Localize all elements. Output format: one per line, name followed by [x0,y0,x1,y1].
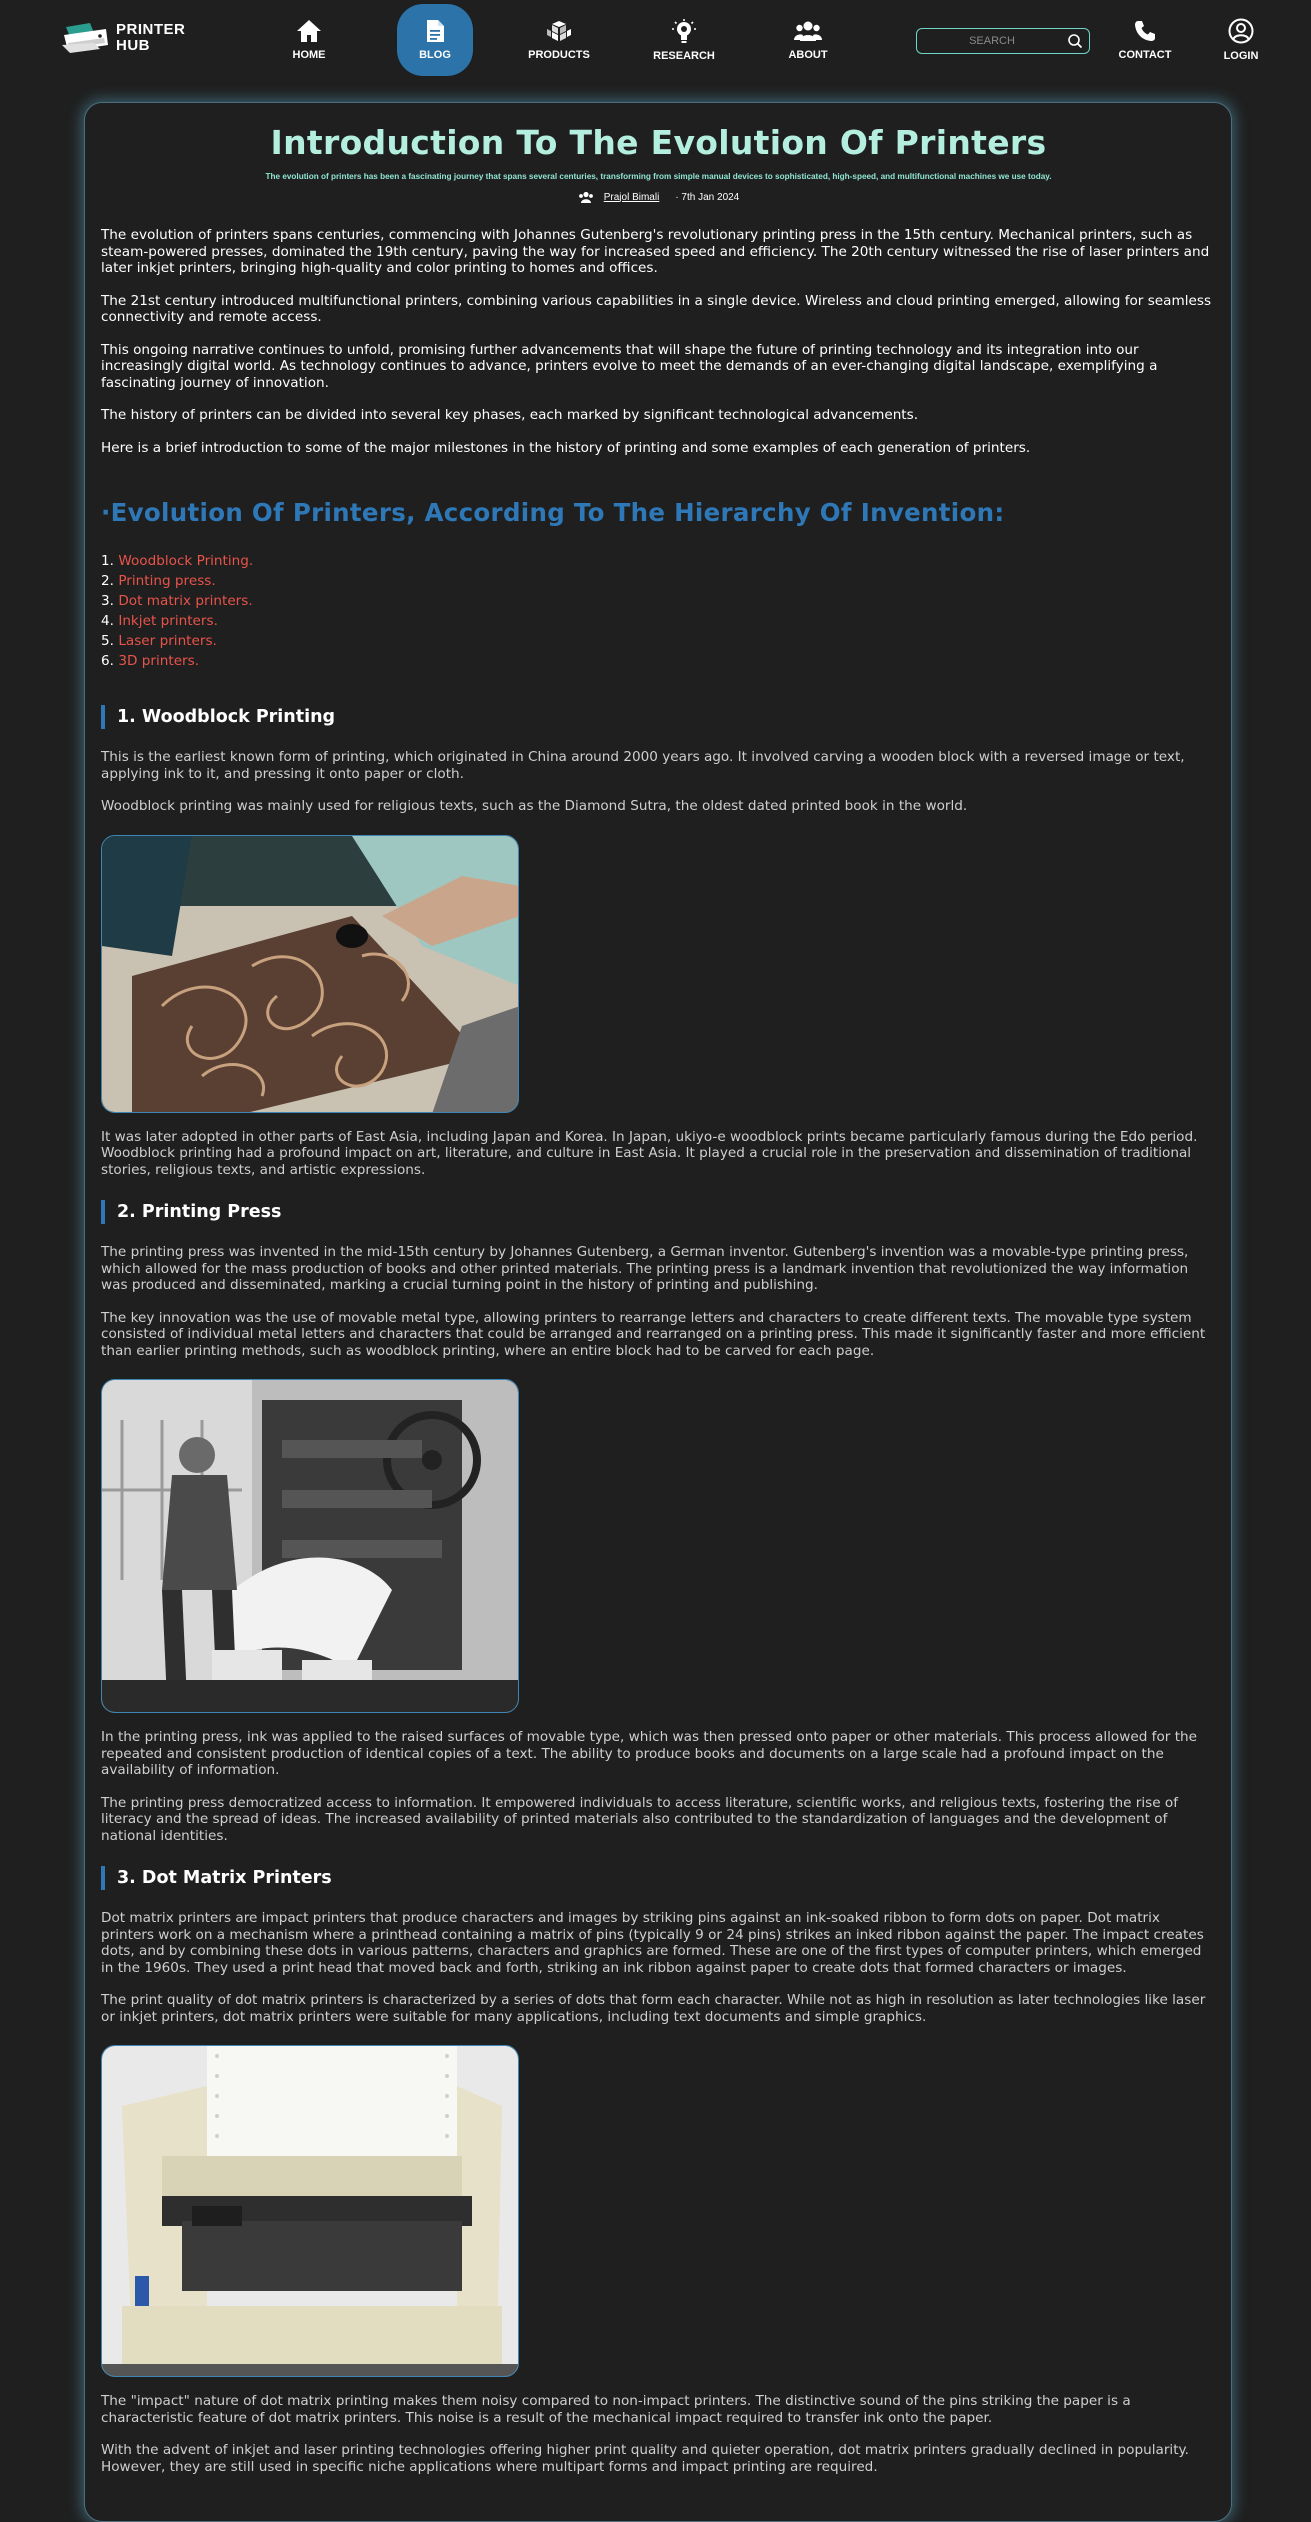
section-paragraph: This is the earliest known form of print… [101,749,1185,782]
section-paragraph: Dot matrix printers are impact printers … [101,1910,1204,1976]
nav-research-label: RESEARCH [653,50,715,62]
search-input[interactable] [917,35,1057,47]
nav-login[interactable]: LOGIN [1203,4,1279,76]
toc-link-inkjet[interactable]: Inkjet printers. [118,613,218,629]
section-paragraph: The "impact" nature of dot matrix printi… [101,2393,1131,2426]
brand-line-1: PRINTER [116,21,186,38]
search-box[interactable] [916,28,1090,54]
nav-about[interactable]: ABOUT [770,4,846,76]
brand-line-2: HUB [116,37,150,54]
toc-item: 5. Laser printers. [101,631,1216,651]
printer-logo-icon [60,19,112,57]
nav-about-label: ABOUT [788,49,828,61]
dot-matrix-printer-image [101,2045,519,2377]
nav-blog[interactable]: BLOG [397,4,473,76]
section-printing-press: 2. Printing Press The printing press was… [101,1200,1216,1844]
toc-item: 6. 3D printers. [101,651,1216,671]
section-paragraph: Woodblock printing was mainly used for r… [101,798,968,814]
nav-products-label: PRODUCTS [528,49,590,61]
toc-link-laser[interactable]: Laser printers. [118,633,217,649]
nav-products[interactable]: PRODUCTS [521,4,597,76]
intro-paragraph: This ongoing narrative continues to unfo… [101,341,1158,391]
article-title: Introduction To The Evolution Of Printer… [270,123,1047,162]
toc-number: 5. [101,633,114,649]
nav-home-label: HOME [292,49,326,61]
printing-press-image [101,1379,519,1713]
toc-number: 3. [101,593,114,609]
toc-link-dot-matrix[interactable]: Dot matrix printers. [118,593,252,609]
section-paragraph: In the printing press, ink was applied t… [101,1729,1198,1778]
section-paragraph: With the advent of inkjet and laser prin… [101,2442,1189,2475]
toc-number: 1. [101,553,114,569]
toc-link-printing-press[interactable]: Printing press. [118,573,215,589]
author-link[interactable]: Prajol Bimali [604,192,660,203]
section-heading: 3. Dot Matrix Printers [101,1866,1216,1890]
toc-link-woodblock[interactable]: Woodblock Printing. [118,553,253,569]
toc-item: 2. Printing press. [101,571,1216,591]
brand-logo[interactable]: PRINTER HUB [60,18,200,58]
people-icon [794,21,822,41]
publish-date: · 7th Jan 2024 [675,191,740,203]
section-woodblock: 1. Woodblock Printing This is the earlie… [101,705,1216,1178]
article-content: Introduction To The Evolution Of Printer… [101,103,1216,2475]
table-of-contents: 1. Woodblock Printing. 2. Printing press… [101,551,1216,671]
toc-item: 4. Inkjet printers. [101,611,1216,631]
nav-home[interactable]: HOME [271,4,347,76]
intro-section: The evolution of printers spans centurie… [101,227,1216,456]
search-icon[interactable] [1067,33,1083,49]
nav-contact-label: CONTACT [1118,49,1172,61]
toc-number: 6. [101,653,114,669]
document-icon [427,20,444,42]
section-heading: 1. Woodblock Printing [101,705,1216,729]
nav-blog-label: BLOG [419,49,451,61]
toc-item: 3. Dot matrix printers. [101,591,1216,611]
section-dot-matrix: 3. Dot Matrix Printers Dot matrix printe… [101,1866,1216,2475]
nav-contact[interactable]: CONTACT [1107,4,1183,76]
section-paragraph: It was later adopted in other parts of E… [101,1128,1198,1178]
section-paragraph: The key innovation was the use of movabl… [101,1309,1206,1359]
article-card: Introduction To The Evolution Of Printer… [84,102,1232,2522]
intro-paragraph: The 21st century introduced multifunctio… [101,292,1212,326]
cubes-icon [547,21,571,41]
user-circle-icon [1228,18,1254,44]
intro-paragraph: The evolution of printers spans centurie… [101,227,1210,276]
brand-name: PRINTER HUB [116,22,185,54]
nav-research[interactable]: RESEARCH [646,4,722,76]
toc-number: 2. [101,573,114,589]
home-icon [297,20,321,42]
lightbulb-icon [672,19,696,43]
section-paragraph: The printing press was invented in the m… [101,1244,1189,1293]
author-icon [578,191,593,203]
section-paragraph: The print quality of dot matrix printers… [101,1992,1206,2025]
intro-paragraph: Here is a brief introduction to some of … [101,439,1031,456]
article-meta: Prajol Bimali · 7th Jan 2024 [101,191,1216,203]
article-subtitle: The evolution of printers has been a fas… [265,172,1052,181]
hierarchy-heading: ·Evolution Of Printers, According To The… [101,498,1005,527]
toc-number: 4. [101,613,114,629]
toc-item: 1. Woodblock Printing. [101,551,1216,571]
top-navbar: PRINTER HUB HOME BLOG PRODUCTS RESEARCH … [0,0,1311,80]
section-paragraph: The printing press democratized access t… [101,1794,1178,1844]
toc-link-3d[interactable]: 3D printers. [118,653,199,669]
intro-paragraph: The history of printers can be divided i… [101,407,919,423]
section-heading: 2. Printing Press [101,1200,1216,1224]
woodblock-image [101,834,519,1113]
phone-icon [1135,21,1155,41]
nav-login-label: LOGIN [1223,50,1259,62]
